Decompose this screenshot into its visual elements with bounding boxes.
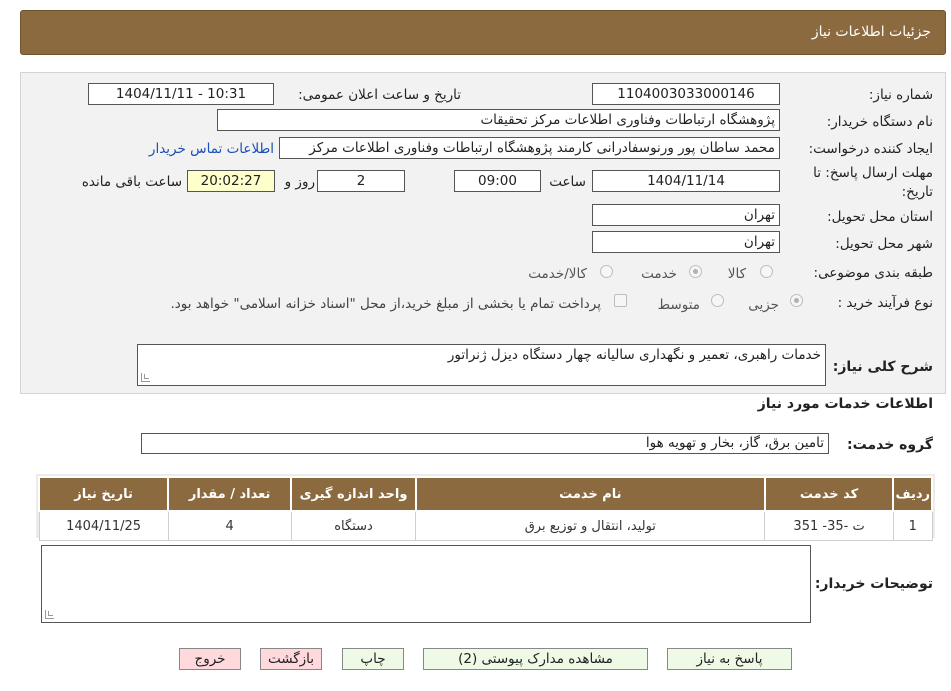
column-header-service-code: کد خدمت bbox=[763, 476, 895, 512]
page-header: جزئیات اطلاعات نیاز bbox=[20, 10, 946, 55]
deadline-time-field: 09:00 bbox=[454, 170, 541, 192]
buyer-org-field: پژوهشگاه ارتباطات وفناوری اطلاعات مرکز ت… bbox=[217, 109, 780, 131]
cell-unit: دستگاه bbox=[290, 510, 417, 541]
exit-button[interactable]: خروج bbox=[179, 648, 241, 670]
reply-button[interactable]: پاسخ به نیاز bbox=[667, 648, 792, 670]
category-radio-service[interactable] bbox=[689, 265, 702, 278]
need-number-field: 1104003033000146 bbox=[592, 83, 780, 105]
cell-service-code: ت -35- 351 bbox=[764, 510, 894, 541]
announce-datetime-field: 1404/11/11 - 10:31 bbox=[88, 83, 274, 105]
service-group-label: گروه خدمت: bbox=[847, 437, 933, 453]
category-option-service: خدمت bbox=[641, 266, 677, 282]
deadline-date-field: 1404/11/14 bbox=[592, 170, 780, 192]
treasury-checkbox[interactable] bbox=[614, 294, 627, 307]
services-section-title: اطلاعات خدمات مورد نیاز bbox=[757, 396, 933, 412]
deadline-time-label: ساعت bbox=[549, 174, 586, 190]
category-option-goods-service: کالا/خدمت bbox=[528, 266, 587, 282]
description-label: شرح کلی نیاز: bbox=[832, 359, 933, 375]
table-header-row: ردیف کد خدمت نام خدمت واحد اندازه گیری ت… bbox=[37, 476, 933, 512]
city-label: شهر محل تحویل: bbox=[835, 236, 933, 252]
category-radio-goods-service[interactable] bbox=[600, 265, 613, 278]
cell-row-number: 1 bbox=[892, 510, 933, 541]
buyer-org-label: نام دستگاه خریدار: bbox=[826, 114, 933, 130]
category-radio-goods[interactable] bbox=[760, 265, 773, 278]
cell-service-name: تولید، انتقال و توزیع برق bbox=[415, 510, 766, 541]
service-group-field: تامین برق، گاز، بخار و تهویه هوا bbox=[141, 433, 829, 454]
province-label: استان محل تحویل: bbox=[827, 209, 933, 225]
description-text: خدمات راهبری، تعمیر و نگهداری سالیانه چه… bbox=[447, 347, 821, 363]
services-table: ردیف کد خدمت نام خدمت واحد اندازه گیری ت… bbox=[37, 476, 933, 541]
deadline-label: مهلت ارسال پاسخ: تا bbox=[813, 165, 933, 181]
resize-grip-icon[interactable] bbox=[141, 373, 150, 382]
process-radio-medium[interactable] bbox=[711, 294, 724, 307]
print-button[interactable]: چاپ bbox=[342, 648, 404, 670]
requester-label: ایجاد کننده درخواست: bbox=[808, 141, 933, 157]
buyer-notes-label: توضیحات خریدار: bbox=[814, 576, 933, 592]
cell-need-date: 1404/11/25 bbox=[38, 510, 169, 541]
column-header-row-number: ردیف bbox=[892, 476, 933, 512]
payment-note: پرداخت تمام یا بخشی از مبلغ خرید،از محل … bbox=[170, 296, 601, 312]
process-option-medium: متوسط bbox=[657, 297, 700, 313]
need-number-label: شماره نیاز: bbox=[868, 87, 933, 103]
process-option-minor: جزیی bbox=[748, 297, 779, 313]
remaining-time-label: ساعت باقی مانده bbox=[81, 174, 182, 190]
remaining-time-field: 20:02:27 bbox=[187, 170, 275, 192]
resize-grip-icon[interactable] bbox=[45, 610, 54, 619]
column-header-need-date: تاریخ نیاز bbox=[37, 476, 170, 512]
cell-quantity: 4 bbox=[167, 510, 292, 541]
province-field: تهران bbox=[592, 204, 780, 226]
city-field: تهران bbox=[592, 231, 780, 253]
column-header-service-name: نام خدمت bbox=[414, 476, 766, 512]
announce-label: تاریخ و ساعت اعلان عمومی: bbox=[298, 87, 461, 103]
column-header-unit: واحد اندازه گیری bbox=[290, 476, 417, 512]
page-title: جزئیات اطلاعات نیاز bbox=[811, 24, 931, 40]
buyer-contact-link[interactable]: اطلاعات تماس خریدار bbox=[149, 141, 274, 157]
column-header-quantity: تعداد / مقدار bbox=[167, 476, 293, 512]
buyer-notes-textarea[interactable] bbox=[41, 545, 811, 623]
requester-field: محمد ساطان پور ورنوسفادرانی کارمند پژوهش… bbox=[279, 137, 780, 159]
description-textarea: خدمات راهبری، تعمیر و نگهداری سالیانه چه… bbox=[137, 344, 826, 386]
days-label: روز و bbox=[284, 174, 315, 190]
table-row: 1 ت -35- 351 تولید، انتقال و توزیع برق د… bbox=[38, 510, 933, 541]
process-label: نوع فرآیند خرید : bbox=[837, 295, 933, 311]
category-label: طبقه بندی موضوعی: bbox=[813, 265, 933, 281]
back-button[interactable]: بازگشت bbox=[260, 648, 322, 670]
remaining-days-field: 2 bbox=[317, 170, 405, 192]
deadline-label-date: تاریخ: bbox=[901, 184, 933, 200]
process-radio-minor[interactable] bbox=[790, 294, 803, 307]
category-option-goods: کالا bbox=[727, 266, 746, 282]
view-attachments-button[interactable]: مشاهده مدارک پیوستی (2) bbox=[423, 648, 648, 670]
